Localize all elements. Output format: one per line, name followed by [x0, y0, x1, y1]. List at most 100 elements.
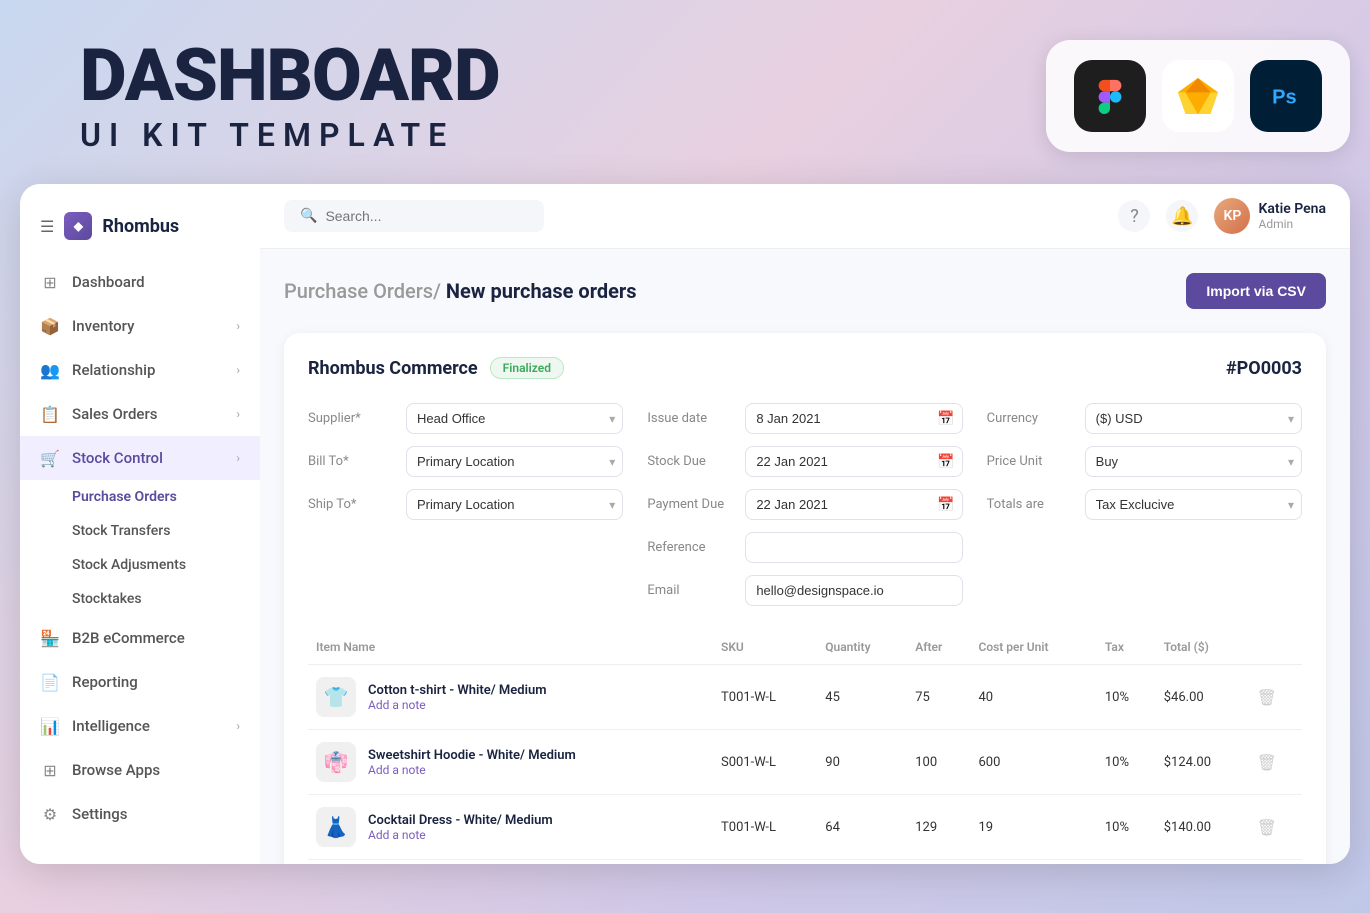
price-unit-select[interactable]: Buy [1085, 446, 1302, 477]
sidebar-sub-stock-adjustments[interactable]: Stock Adjusments [20, 548, 260, 582]
totals-label: Totals are [987, 497, 1077, 512]
issue-date-label: Issue date [647, 411, 737, 426]
item-after: 75 [907, 665, 970, 730]
item-name-cell: 👗 Cocktail Dress - White/ Medium Add a n… [316, 807, 705, 847]
po-number: #PO0003 [1226, 358, 1302, 379]
relationship-icon: 👥 [40, 360, 60, 380]
sidebar-item-label: Inventory [72, 317, 134, 335]
browse-apps-icon: ⊞ [40, 760, 60, 780]
currency-label: Currency [987, 411, 1077, 426]
sidebar-item-b2b[interactable]: 🏪 B2B eCommerce [20, 616, 260, 660]
outer-wrapper: DASHBOARD UI KIT TEMPLATE [20, 20, 1350, 890]
po-card: Rhombus Commerce Finalized #PO0003 Suppl… [284, 333, 1326, 864]
ship-to-select[interactable]: Primary Location [406, 489, 623, 520]
breadcrumb-parent: Purchase Orders/ [284, 279, 441, 303]
settings-icon: ⚙ [40, 804, 60, 824]
price-unit-row: Price Unit Buy [987, 446, 1302, 477]
sidebar-item-label: Dashboard [72, 273, 145, 291]
item-thumbnail: 👘 [316, 742, 356, 782]
supplier-row: Supplier* Head Office [308, 403, 623, 434]
help-icon[interactable]: ? [1118, 200, 1150, 232]
item-thumbnail: 👗 [316, 807, 356, 847]
payment-due-row: Payment Due 📅 [647, 489, 962, 520]
brand-title: DASHBOARD UI KIT TEMPLATE [80, 40, 500, 154]
sidebar-item-settings[interactable]: ⚙ Settings [20, 792, 260, 836]
email-input[interactable] [745, 575, 962, 606]
chevron-icon: › [236, 319, 240, 333]
sidebar-item-relationship[interactable]: 👥 Relationship › [20, 348, 260, 392]
table-row: 👗 Cocktail Dress - White/ Medium Add a n… [308, 795, 1302, 860]
item-quantity: 45 [817, 665, 907, 730]
hamburger-icon[interactable]: ☰ [40, 217, 54, 236]
col-header-cost: Cost per Unit [970, 630, 1096, 665]
totals-select-wrapper: Tax Exclucive [1085, 489, 1302, 520]
email-row: Email [647, 575, 962, 606]
delete-icon[interactable]: 🗑 [1257, 818, 1277, 837]
sidebar-item-inventory[interactable]: 📦 Inventory › [20, 304, 260, 348]
sidebar-item-browse-apps[interactable]: ⊞ Browse Apps [20, 748, 260, 792]
breadcrumb: Purchase Orders/ New purchase orders [284, 279, 637, 303]
email-label: Email [647, 583, 737, 598]
totals-select[interactable]: Tax Exclucive [1085, 489, 1302, 520]
reference-row: Reference [647, 532, 962, 563]
supplier-label: Supplier* [308, 411, 398, 426]
item-after: 100 [907, 730, 970, 795]
sidebar-item-intelligence[interactable]: 📊 Intelligence › [20, 704, 260, 748]
item-note[interactable]: Add a note [368, 698, 547, 712]
items-table: Item Name SKU Quantity After Cost per Un… [308, 630, 1302, 860]
sidebar-item-stock-control[interactable]: 🛒 Stock Control › [20, 436, 260, 480]
sidebar-header: ☰ ◆ Rhombus [20, 204, 260, 260]
dashboard-subtitle: UI KIT TEMPLATE [80, 116, 500, 154]
sidebar-sub-purchase-orders[interactable]: Purchase Orders [20, 480, 260, 514]
user-info: Katie Pena Admin [1258, 201, 1326, 231]
reference-input[interactable] [745, 532, 962, 563]
sidebar-sub-stock-transfers[interactable]: Stock Transfers [20, 514, 260, 548]
item-note[interactable]: Add a note [368, 828, 553, 842]
item-name: Cotton t-shirt - White/ Medium [368, 683, 547, 698]
sidebar-item-sales-orders[interactable]: 📋 Sales Orders › [20, 392, 260, 436]
sidebar-item-reporting[interactable]: 📄 Reporting [20, 660, 260, 704]
intelligence-icon: 📊 [40, 716, 60, 736]
user-profile[interactable]: KP Katie Pena Admin [1214, 198, 1326, 234]
topbar-right: ? 🔔 KP Katie Pena Admin [1118, 198, 1326, 234]
item-note[interactable]: Add a note [368, 763, 576, 777]
bill-to-select[interactable]: Primary Location [406, 446, 623, 477]
form-col-3: Currency ($) USD Price Unit [987, 403, 1302, 606]
issue-date-input[interactable] [745, 403, 962, 434]
item-total: $124.00 [1156, 730, 1249, 795]
stock-due-row: Stock Due 📅 [647, 446, 962, 477]
user-role: Admin [1258, 217, 1326, 231]
import-csv-button[interactable]: Import via CSV [1186, 273, 1326, 309]
delete-icon[interactable]: 🗑 [1257, 688, 1277, 707]
chevron-icon: › [236, 719, 240, 733]
payment-due-input[interactable] [745, 489, 962, 520]
item-sku: S001-W-L [713, 730, 817, 795]
col-header-tax: Tax [1097, 630, 1156, 665]
col-header-quantity: Quantity [817, 630, 907, 665]
sidebar-nav: ⊞ Dashboard 📦 Inventory › 👥 Relationship [20, 260, 260, 844]
stock-due-input[interactable] [745, 446, 962, 477]
bill-to-label: Bill To* [308, 454, 398, 469]
sidebar-item-label: Stock Control [72, 449, 163, 467]
issue-date-wrapper: 📅 [745, 403, 962, 434]
user-name: Katie Pena [1258, 201, 1326, 217]
search-bar[interactable]: 🔍 [284, 200, 544, 232]
chevron-icon: › [236, 363, 240, 377]
table-row: 👕 Cotton t-shirt - White/ Medium Add a n… [308, 665, 1302, 730]
table-row: 👘 Sweetshirt Hoodie - White/ Medium Add … [308, 730, 1302, 795]
sidebar-item-dashboard[interactable]: ⊞ Dashboard [20, 260, 260, 304]
payment-due-wrapper: 📅 [745, 489, 962, 520]
delete-icon[interactable]: 🗑 [1257, 753, 1277, 772]
sidebar-sub-stocktakes[interactable]: Stocktakes [20, 582, 260, 616]
po-card-header: Rhombus Commerce Finalized #PO0003 [308, 357, 1302, 379]
notification-icon[interactable]: 🔔 [1166, 200, 1198, 232]
currency-select[interactable]: ($) USD [1085, 403, 1302, 434]
ship-to-label: Ship To* [308, 497, 398, 512]
supplier-select[interactable]: Head Office [406, 403, 623, 434]
search-input[interactable] [325, 208, 528, 224]
item-quantity: 90 [817, 730, 907, 795]
stock-due-wrapper: 📅 [745, 446, 962, 477]
sidebar-item-label: Intelligence [72, 717, 150, 735]
item-sku: T001-W-L [713, 795, 817, 860]
topbar: 🔍 ? 🔔 KP Katie Pena Admin [260, 184, 1350, 249]
